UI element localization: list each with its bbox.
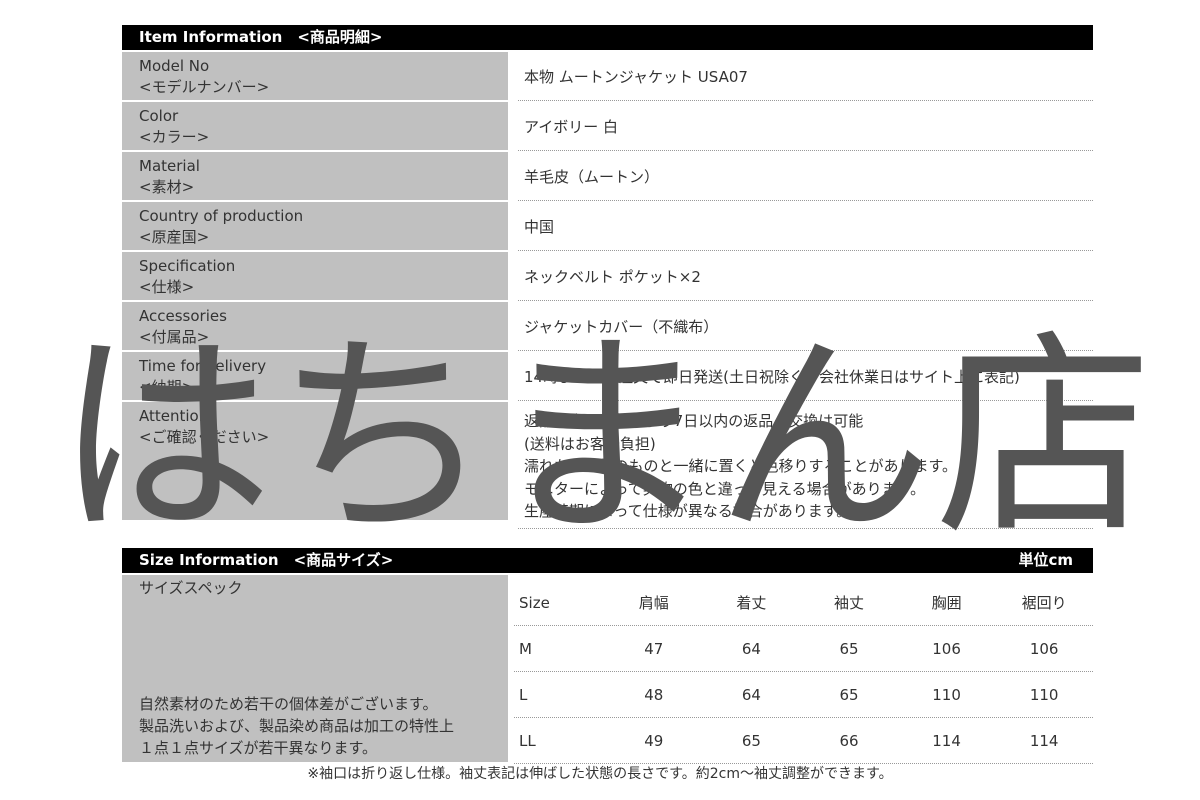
- item-row: Accessories <付属品> ジャケットカバー（不織布）: [122, 302, 1093, 351]
- table-row: Size 肩幅 着丈 袖丈 胸囲 裾回り: [514, 580, 1093, 626]
- label-en: Accessories: [139, 307, 227, 325]
- table-cell: 65: [741, 731, 761, 750]
- note-line: 自然素材のため若干の個体差がございます。: [139, 695, 438, 713]
- label-ja: <素材>: [139, 178, 195, 196]
- table-cell: 着丈: [736, 594, 767, 612]
- table-cell: M: [519, 639, 532, 658]
- item-row: Specification <仕様> ネックベルト ポケット×2: [122, 252, 1093, 301]
- size-spec-title: サイズスペック: [139, 579, 243, 597]
- size-table: Size 肩幅 着丈 袖丈 胸囲 裾回り M 47 64 65 106 106 L 48 64 65 110 11…: [514, 580, 1093, 764]
- table-row: M 47 64 65 106 106: [514, 626, 1093, 672]
- table-cell: LL: [519, 731, 536, 750]
- table-row: LL 49 65 66 114 114: [514, 718, 1093, 764]
- table-cell: 64: [741, 639, 761, 658]
- item-value: 中国: [518, 202, 1093, 251]
- item-value-line: 本物 ムートンジャケット USA07: [524, 67, 748, 86]
- label-ja: <ご確認ください>: [139, 428, 270, 446]
- table-cell: 114: [932, 731, 961, 750]
- item-value: 返品：商品到着日より7日以内の返品・交換は可能 (送料はお客様負担) 濡れたまま他の…: [518, 402, 1093, 529]
- label-en: Time for delivery: [139, 357, 267, 375]
- table-cell: 65: [839, 639, 859, 658]
- table-cell: Size: [519, 593, 550, 612]
- item-row: Attention <ご確認ください> 返品：商品到着日より7日以内の返品・交換は可…: [122, 402, 1093, 529]
- item-label: Model No <モデルナンバー>: [122, 52, 508, 100]
- label-en: Country of production: [139, 207, 304, 225]
- table-cell: 114: [1029, 731, 1059, 750]
- table-cell: 49: [644, 731, 664, 750]
- item-row: Material <素材> 羊毛皮（ムートン）: [122, 152, 1093, 201]
- table-cell: 65: [839, 685, 859, 704]
- item-label: Material <素材>: [122, 152, 508, 200]
- item-label: Attention <ご確認ください>: [122, 402, 508, 520]
- table-cell: L: [519, 685, 528, 704]
- item-value-line: モニターによって実物の色と違って見える場合があります。: [524, 479, 926, 498]
- table-cell: 肩幅: [638, 594, 669, 612]
- table-cell: 47: [644, 639, 664, 658]
- item-value-line: 14時までのご注文で即日発送(土日祝除く・会社休業日はサイト上に表記): [524, 367, 1020, 386]
- item-value: ネックベルト ポケット×2: [518, 252, 1093, 301]
- item-value-line: 生産時期によって仕様が異なる場合があります。: [524, 502, 852, 520]
- item-label: Country of production <原産国>: [122, 202, 508, 250]
- label-en: Color: [139, 107, 179, 125]
- item-value: 本物 ムートンジャケット USA07: [518, 52, 1093, 101]
- label-ja: <カラー>: [139, 128, 210, 146]
- unit-label: 単位cm: [1018, 551, 1073, 569]
- label-ja: <原産国>: [139, 228, 210, 246]
- section-title: Size Information <商品サイズ>: [139, 551, 394, 569]
- item-row: Time for delivery <納期> 14時までのご注文で即日発送(土日祝除…: [122, 352, 1093, 401]
- size-note: 自然素材のため若干の個体差がございます。 製品洗いおよび、製品染め商品は加工の特…: [139, 693, 454, 759]
- table-cell: 110: [932, 685, 961, 704]
- item-information-header: Item Information <商品明細>: [122, 25, 1093, 50]
- item-value: ジャケットカバー（不織布）: [518, 302, 1093, 351]
- item-row: Color <カラー> アイボリー 白: [122, 102, 1093, 151]
- table-cell: 48: [644, 685, 664, 704]
- table-cell: 64: [741, 685, 761, 704]
- section-title: Item Information <商品明細>: [139, 28, 383, 46]
- table-cell: 106: [1029, 639, 1059, 658]
- label-ja: <付属品>: [139, 328, 210, 346]
- item-label: Accessories <付属品>: [122, 302, 508, 350]
- table-cell: 110: [1029, 685, 1059, 704]
- table-cell: 66: [839, 731, 859, 750]
- item-value-line: アイボリー 白: [524, 117, 619, 136]
- footnote: ※袖口は折り返し仕様。袖丈表記は伸ばした状態の長さです。約2cm〜袖丈調整ができ…: [307, 766, 893, 782]
- note-line: 製品洗いおよび、製品染め商品は加工の特性上: [139, 717, 455, 735]
- size-spec-label: サイズスペック 自然素材のため若干の個体差がございます。 製品洗いおよび、製品染…: [122, 575, 508, 762]
- note-line: １点１点サイズが若干異なります。: [139, 739, 378, 757]
- item-value: 羊毛皮（ムートン）: [518, 152, 1093, 201]
- label-ja: <仕様>: [139, 278, 195, 296]
- table-cell: 胸囲: [931, 594, 962, 612]
- item-label: Color <カラー>: [122, 102, 508, 150]
- size-information-header: Size Information <商品サイズ> 単位cm: [122, 548, 1093, 573]
- label-en: Material: [139, 157, 200, 175]
- item-label: Specification <仕様>: [122, 252, 508, 300]
- item-row: Country of production <原産国> 中国: [122, 202, 1093, 251]
- item-value-line: ジャケットカバー（不織布）: [524, 317, 719, 336]
- table-cell: 袖丈: [833, 594, 864, 612]
- item-value-line: 返品：商品到着日より7日以内の返品・交換は可能: [524, 412, 864, 430]
- item-value: アイボリー 白: [518, 102, 1093, 151]
- item-value-line: 羊毛皮（ムートン）: [524, 167, 660, 186]
- item-value-line: 中国: [524, 217, 555, 236]
- label-en: Attention: [139, 407, 209, 425]
- label-ja: <納期>: [139, 378, 195, 396]
- item-value-line: 濡れたまま他のものと一緒に置くと色移りすることがあります。: [524, 457, 958, 475]
- item-value-line: (送料はお客様負担): [524, 434, 656, 453]
- item-value: 14時までのご注文で即日発送(土日祝除く・会社休業日はサイト上に表記): [518, 352, 1093, 401]
- item-value-line: ネックベルト ポケット×2: [524, 267, 701, 286]
- table-cell: 106: [932, 639, 961, 658]
- label-ja: <モデルナンバー>: [139, 78, 270, 96]
- item-row: Model No <モデルナンバー> 本物 ムートンジャケット USA07: [122, 52, 1093, 101]
- label-en: Model No: [139, 57, 210, 75]
- table-cell: 裾回り: [1021, 594, 1067, 612]
- table-row: L 48 64 65 110 110: [514, 672, 1093, 718]
- item-label: Time for delivery <納期>: [122, 352, 508, 400]
- label-en: Specification: [139, 257, 236, 275]
